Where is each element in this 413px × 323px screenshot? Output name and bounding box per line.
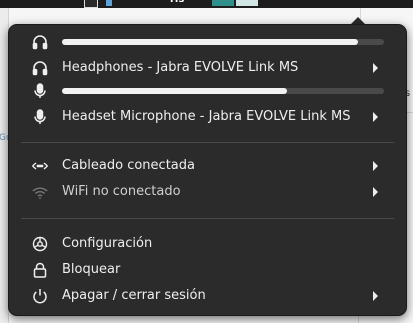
headphones-icon [31, 33, 49, 51]
chevron-right-icon [373, 112, 378, 122]
output-volume-row [9, 29, 406, 55]
menu-separator [21, 218, 394, 219]
microphone-icon [31, 82, 49, 100]
power-label: Apagar / cerrar sesión [62, 288, 206, 303]
menu-separator [21, 142, 394, 143]
settings-item[interactable]: Configuración [9, 231, 406, 257]
top-bar-indicator-secondary[interactable] [236, 0, 258, 6]
wired-network-label: Cableado conectada [62, 158, 195, 173]
top-bar: ris [0, 0, 413, 8]
output-device-label: Headphones - Jabra EVOLVE Link MS [62, 60, 299, 75]
top-bar-indicator[interactable] [212, 0, 234, 6]
lock-icon [31, 261, 49, 279]
window-icon[interactable] [84, 0, 98, 8]
input-device-label: Headset Microphone - Jabra EVOLVE Link M… [62, 109, 351, 124]
chevron-right-icon [373, 187, 378, 197]
power-icon [31, 287, 49, 305]
wifi-network-label: WiFi no conectado [62, 184, 181, 199]
wired-network-icon [31, 157, 49, 175]
input-volume-slider[interactable] [62, 88, 384, 94]
microphone-icon [31, 108, 49, 126]
chevron-right-icon [373, 291, 378, 301]
wifi-network-item[interactable]: WiFi no conectado [9, 179, 406, 205]
input-volume-fill [62, 88, 288, 94]
wired-network-item[interactable]: Cableado conectada [9, 153, 406, 179]
settings-label: Configuración [62, 236, 153, 251]
chevron-right-icon [373, 161, 378, 171]
wifi-icon [31, 183, 49, 201]
system-status-menu: Headphones - Jabra EVOLVE Link MS Headse… [8, 24, 407, 316]
input-device-item[interactable]: Headset Microphone - Jabra EVOLVE Link M… [9, 104, 406, 130]
chevron-right-icon [373, 63, 378, 73]
headphones-icon [31, 59, 49, 77]
output-volume-fill [62, 39, 359, 45]
settings-icon [31, 235, 49, 253]
input-volume-row [9, 78, 406, 104]
lock-label: Bloquear [62, 262, 121, 277]
output-volume-slider[interactable] [62, 39, 384, 45]
top-bar-text: ris [170, 0, 184, 5]
phone-icon[interactable] [106, 0, 112, 6]
lock-item[interactable]: Bloquear [9, 257, 406, 283]
power-item[interactable]: Apagar / cerrar sesión [9, 283, 406, 309]
